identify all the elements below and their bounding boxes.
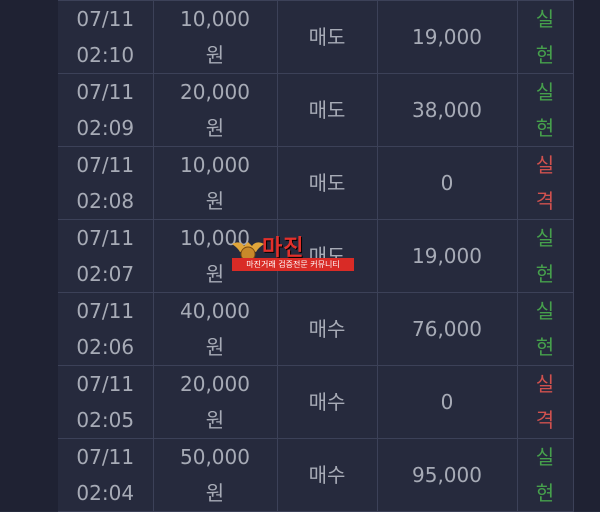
result-cell: 실현 (516, 219, 574, 293)
result-char-1: 실 (535, 299, 555, 323)
profit-cell: 38,000 (376, 73, 518, 147)
currency-unit: 원 (205, 408, 225, 432)
table-row: 07/11 02:09 20,000 원 매도 38,000 실 현 (58, 73, 574, 147)
trade-profit: 95,000 (412, 463, 482, 487)
datetime-cell: 07/11 02:07 (58, 219, 154, 293)
currency-unit: 원 (205, 335, 225, 359)
table-row: 07/11 02:05 20,000 원 매수 0 실 격 (58, 365, 574, 439)
trade-amount: 20,000 (180, 80, 250, 104)
trade-time: 02:09 (76, 116, 135, 140)
trade-profit: 0 (440, 390, 454, 414)
result-char-2: 격 (535, 408, 555, 432)
trade-time: 02:05 (76, 408, 135, 432)
result-cell: 실격 (516, 146, 574, 220)
datetime-cell: 07/11 02:05 (58, 365, 154, 439)
currency-unit: 원 (205, 116, 225, 140)
trade-amount: 10,000 (180, 7, 250, 31)
trade-type-cell: 매도 (276, 0, 378, 74)
result-char-1: 실 (535, 445, 555, 469)
trade-profit: 0 (440, 171, 454, 195)
result-cell: 실격 (516, 365, 574, 439)
trade-date: 07/11 (76, 372, 135, 396)
datetime-cell: 07/11 02:09 (58, 73, 154, 147)
profit-cell: 19,000 (376, 0, 518, 74)
trade-type-cell: 매수 (276, 365, 378, 439)
currency-unit: 원 (205, 189, 225, 213)
profit-cell: 19,000 (376, 219, 518, 293)
trade-amount: 40,000 (180, 299, 250, 323)
profit-cell: 0 (376, 365, 518, 439)
watermark: 마진 마진거래 검증전문 커뮤니티 (230, 232, 380, 276)
amount-cell: 20,000 원 (152, 365, 278, 439)
trade-type-cell: 매도 (276, 73, 378, 147)
trade-type-cell: 매수 (276, 292, 378, 366)
result-char-2: 현 (535, 116, 555, 140)
trade-date: 07/11 (76, 153, 135, 177)
result-char-2: 현 (535, 335, 555, 359)
result-char-1: 실 (535, 7, 555, 31)
currency-unit: 원 (205, 481, 225, 505)
datetime-cell: 07/11 02:04 (58, 438, 154, 512)
trade-type: 매도 (308, 171, 346, 195)
datetime-cell: 07/11 02:06 (58, 292, 154, 366)
trade-type: 매수 (308, 317, 346, 341)
trade-type: 매도 (308, 25, 346, 49)
trade-type: 매수 (308, 390, 346, 414)
trade-date: 07/11 (76, 445, 135, 469)
right-panel-edge (573, 0, 600, 511)
datetime-cell: 07/11 02:08 (58, 146, 154, 220)
trade-profit: 38,000 (412, 98, 482, 122)
result-cell: 실현 (516, 438, 574, 512)
trade-amount: 50,000 (180, 445, 250, 469)
trade-amount: 10,000 (180, 153, 250, 177)
amount-cell: 20,000 원 (152, 73, 278, 147)
left-panel-edge (0, 0, 58, 511)
result-cell: 실현 (516, 73, 574, 147)
result-char-1: 실 (535, 80, 555, 104)
trade-date: 07/11 (76, 7, 135, 31)
amount-cell: 10,000 원 (152, 0, 278, 74)
table-row: 07/11 02:04 50,000 원 매수 95,000 실 현 (58, 438, 574, 512)
trade-time: 02:10 (76, 43, 135, 67)
result-char-2: 현 (535, 43, 555, 67)
trade-profit: 19,000 (412, 25, 482, 49)
trade-type: 매수 (308, 463, 346, 487)
amount-cell: 40,000 원 (152, 292, 278, 366)
trade-time: 02:08 (76, 189, 135, 213)
table-row: 07/11 02:08 10,000 원 매도 0 실 격 (58, 146, 574, 220)
watermark-subtitle: 마진거래 검증전문 커뮤니티 (232, 258, 354, 271)
trade-type: 매도 (308, 98, 346, 122)
amount-cell: 50,000 원 (152, 438, 278, 512)
trade-profit: 76,000 (412, 317, 482, 341)
result-cell: 실현 (516, 292, 574, 366)
trade-time: 02:07 (76, 262, 135, 286)
trade-amount: 20,000 (180, 372, 250, 396)
result-char-2: 격 (535, 189, 555, 213)
trade-type-cell: 매도 (276, 146, 378, 220)
result-char-2: 현 (535, 481, 555, 505)
trade-date: 07/11 (76, 299, 135, 323)
trade-type-cell: 매수 (276, 438, 378, 512)
trade-time: 02:06 (76, 335, 135, 359)
profit-cell: 95,000 (376, 438, 518, 512)
result-char-1: 실 (535, 226, 555, 250)
currency-unit: 원 (205, 43, 225, 67)
trade-date: 07/11 (76, 226, 135, 250)
trade-time: 02:04 (76, 481, 135, 505)
profit-cell: 0 (376, 146, 518, 220)
result-char-1: 실 (535, 153, 555, 177)
table-row: 07/11 02:10 10,000 원 매도 19,000 실 현 (58, 0, 574, 74)
amount-cell: 10,000 원 (152, 146, 278, 220)
trade-date: 07/11 (76, 80, 135, 104)
trade-profit: 19,000 (412, 244, 482, 268)
result-char-1: 실 (535, 372, 555, 396)
result-char-2: 현 (535, 262, 555, 286)
datetime-cell: 07/11 02:10 (58, 0, 154, 74)
profit-cell: 76,000 (376, 292, 518, 366)
result-cell: 실현 (516, 0, 574, 74)
table-row: 07/11 02:06 40,000 원 매수 76,000 실 현 (58, 292, 574, 366)
